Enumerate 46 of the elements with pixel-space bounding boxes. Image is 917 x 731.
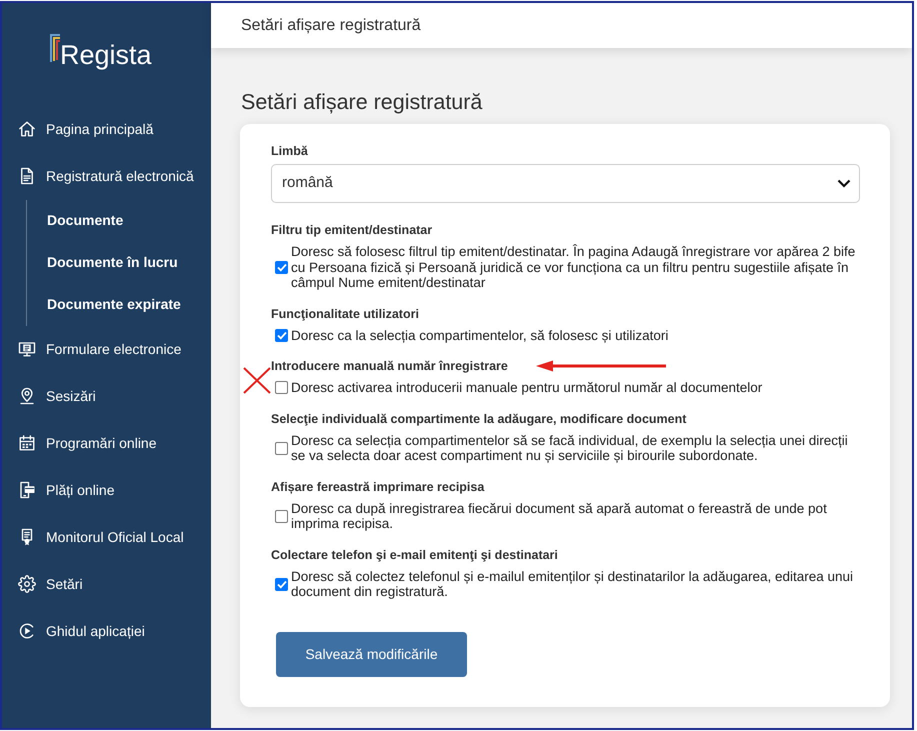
option-text: Doresc activarea introducerii manuale pentru următorul număr al documentelor <box>291 380 764 396</box>
document-icon <box>18 167 36 185</box>
calendar-icon <box>18 434 36 452</box>
logo-text: Regista <box>60 39 152 71</box>
checkbox[interactable] <box>275 260 288 274</box>
section-heading: Afișare fereastră imprimare recipisa <box>271 478 484 494</box>
nav-item[interactable]: Sesizări <box>2 372 211 420</box>
section-heading: Funcţionalitate utilizatori <box>271 306 419 322</box>
home-icon <box>18 120 36 138</box>
monitor-icon <box>18 340 36 358</box>
checkbox[interactable] <box>275 578 288 590</box>
page-header-title: Setări afișare registratură <box>241 16 421 36</box>
section-heading: Selecţie individuală compartimente la adăugare, modificare document <box>271 410 686 426</box>
nav-item[interactable]: Setări <box>2 560 211 608</box>
checkbox[interactable] <box>275 442 288 454</box>
option-text: Doresc să folosesc filtrul tip emitent/destinatar. În pagina Adaugă înregistrare vor apărea 2 bife cu Persoana fizică și Persoană juridică ce vor funcționa ca un filtru pentru sugestiile afișate în câmpul Nume emitent/destinatar <box>291 244 856 290</box>
nav-subitem[interactable]: Documente în lucru <box>27 242 211 284</box>
map-pin-icon <box>18 387 36 405</box>
nav-item[interactable]: Formulare electronice <box>2 326 211 372</box>
section-heading: Colectare telefon şi e-mail emitenţi şi destinatari <box>271 546 558 562</box>
checkbox[interactable] <box>275 381 288 394</box>
save-button[interactable]: Salvează modificările <box>276 632 467 676</box>
option-text: Doresc ca după inregistrarea fiecărui document să apară automat o fereastră de unde pot imprima recipisa. <box>291 500 828 532</box>
nav-subitem[interactable]: Documente expirate <box>27 284 211 326</box>
option-text: Doresc ca la selecția compartimentelor, să folosesc și utilizatori <box>291 328 670 343</box>
phone-card-icon <box>18 481 36 499</box>
checkbox[interactable] <box>275 510 288 522</box>
checkbox[interactable] <box>275 328 288 342</box>
option-text: Doresc ca selecția compartimentelor să se facă individual, de exemplu la selecția unei direcții se va selecta doar acest compartiment nu și serviciile și birourile subordonate. <box>291 432 849 464</box>
chevron-down-icon <box>837 179 851 188</box>
settings-icon <box>18 575 36 593</box>
nav-item[interactable]: Pagina principală <box>2 106 211 152</box>
field-label: Limbă <box>271 143 309 159</box>
nav-item[interactable]: Ghidul aplicației <box>2 608 211 654</box>
play-circle-icon <box>18 622 36 640</box>
nav-subitem[interactable]: Documente <box>27 200 211 242</box>
language-select[interactable]: română <box>271 164 860 203</box>
section-heading: Filtru tip emitent/destinatar <box>271 222 432 238</box>
option-text: Doresc să colectez telefonul și e-mailul emitenților și destinatarilor la adăugarea, editarea unui document din registratură. <box>291 568 854 600</box>
nav-item[interactable]: Monitorul Oficial Local <box>2 514 211 560</box>
page-title: Setări afișare registratură <box>240 89 484 116</box>
logo-icon <box>50 34 60 62</box>
section-heading: Introducere manuală număr înregistrare <box>271 358 508 374</box>
nav-item[interactable]: Registratură electronică <box>2 152 211 200</box>
nav-item[interactable]: Programări online <box>2 420 211 466</box>
nav-item[interactable]: Plăți online <box>2 466 211 514</box>
